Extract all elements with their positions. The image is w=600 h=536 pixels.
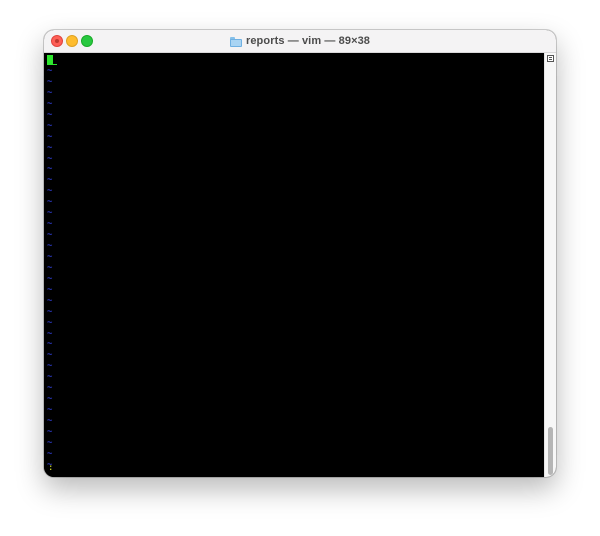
empty-line-marker: ~ [47, 164, 53, 175]
empty-line-marker: ~ [47, 219, 53, 230]
empty-line-marker: ~ [47, 328, 53, 339]
empty-line-marker: ~ [47, 394, 53, 405]
empty-line-marker: ~ [47, 361, 53, 372]
empty-line-marker: ~ [47, 284, 53, 295]
empty-line-marker: ~ [47, 98, 53, 109]
empty-line-marker: ~ [47, 295, 53, 306]
empty-line-marker: ~ [47, 405, 53, 416]
empty-line-marker: ~ [47, 142, 53, 153]
empty-line-marker: ~ [47, 76, 53, 87]
empty-line-marker: ~ [47, 175, 53, 186]
vim-command-line: : [48, 463, 54, 473]
empty-line-marker: ~ [47, 306, 53, 317]
empty-line-marker: ~ [47, 437, 53, 448]
empty-line-marker: ~ [47, 153, 53, 164]
empty-line-marker: ~ [47, 66, 53, 76]
empty-line-marker: ~ [47, 87, 53, 98]
empty-line-marker: ~ [47, 241, 53, 251]
folder-icon [229, 36, 242, 47]
cursor-underline [53, 64, 57, 65]
terminal-window: reports — vim — 89×38 ~ ~ ~ ~ ~ ~ ~ ~ ~ ~ ~ ~ ~ ~ ~ ~ ~ ~… [44, 30, 556, 477]
title-bar[interactable]: reports — vim — 89×38 [44, 30, 556, 53]
scrollbar-thumb[interactable] [548, 427, 553, 475]
empty-line-marker: ~ [47, 339, 53, 350]
empty-line-marker: ~ [47, 262, 53, 273]
empty-line-marker: ~ [47, 197, 53, 208]
empty-line-marker: ~ [47, 230, 53, 241]
empty-line-marker: ~ [47, 109, 53, 120]
empty-line-markers: ~ ~ ~ ~ ~ ~ ~ ~ ~ ~ ~ ~ ~ ~ ~ ~ ~ ~ ~ ~ ~ ~ ~ ~ ~ ~ ~ ~ ~ ~ ~ ~ ~ ~ ~ ~ ~ [47, 66, 59, 471]
window-title: reports — vim — 89×38 [44, 30, 556, 52]
empty-line-marker: ~ [47, 416, 53, 426]
empty-line-marker: ~ [47, 186, 53, 197]
marks-icon[interactable] [547, 55, 554, 62]
empty-line-marker: ~ [47, 273, 53, 284]
window-title-text: reports — vim — 89×38 [245, 35, 371, 47]
empty-line-marker: ~ [47, 208, 53, 219]
empty-line-marker: ~ [47, 448, 53, 459]
empty-line-marker: ~ [47, 120, 53, 131]
empty-line-marker: ~ [47, 131, 53, 142]
empty-line-marker: ~ [47, 426, 53, 437]
terminal-content[interactable]: ~ ~ ~ ~ ~ ~ ~ ~ ~ ~ ~ ~ ~ ~ ~ ~ ~ ~ ~ ~ ~ ~ ~ ~ ~ ~ ~ ~ ~ ~ ~ ~ ~ ~ ~ ~ ~ : [44, 53, 544, 477]
empty-line-marker: ~ [47, 383, 53, 394]
empty-line-marker: ~ [47, 317, 53, 328]
vertical-scrollbar[interactable] [544, 53, 556, 477]
empty-line-marker: ~ [47, 251, 53, 262]
empty-line-marker: ~ [47, 350, 53, 361]
empty-line-marker: ~ [47, 372, 53, 383]
